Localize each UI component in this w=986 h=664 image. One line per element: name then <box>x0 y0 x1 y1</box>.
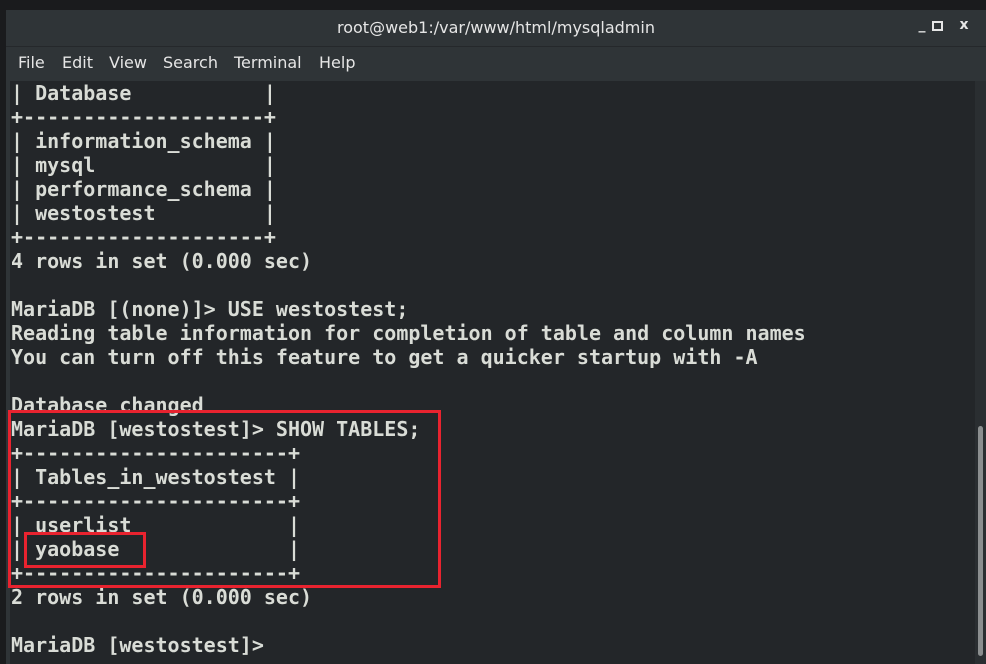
close-button[interactable]: x <box>954 17 974 33</box>
terminal-line: +--------------------+ <box>11 105 276 129</box>
terminal-line: | mysql | <box>11 153 276 177</box>
terminal-line: 4 rows in set (0.000 sec) <box>11 249 313 273</box>
menu-help[interactable]: Help <box>319 53 355 72</box>
terminal-line: +--------------------+ <box>11 225 276 249</box>
title-bar[interactable]: root@web1:/var/www/html/mysqladmin _ x <box>6 10 986 47</box>
terminal-line: Reading table information for completion… <box>11 321 806 345</box>
menu-bar: File Edit View Search Terminal Help <box>6 48 986 80</box>
menu-terminal[interactable]: Terminal <box>234 53 302 72</box>
window-title: root@web1:/var/www/html/mysqladmin <box>337 18 655 37</box>
scrollbar[interactable] <box>975 81 986 664</box>
menu-edit[interactable]: Edit <box>62 53 93 72</box>
terminal-line: MariaDB [westostest]> <box>11 633 276 657</box>
terminal-line: 2 rows in set (0.000 sec) <box>11 585 313 609</box>
terminal-line: | information_schema | <box>11 129 276 153</box>
highlight-box-yaobase <box>24 532 146 568</box>
terminal-line: | Database | <box>11 81 276 105</box>
terminal-line: | performance_schema | <box>11 177 276 201</box>
menu-search[interactable]: Search <box>163 53 218 72</box>
terminal-line: | westostest | <box>11 201 276 225</box>
menu-file[interactable]: File <box>18 53 45 72</box>
maximize-button[interactable] <box>922 17 943 35</box>
terminal-line: MariaDB [(none)]> USE westostest; <box>11 297 409 321</box>
terminal-line: You can turn off this feature to get a q… <box>11 345 758 369</box>
scrollbar-thumb[interactable] <box>978 426 983 656</box>
menu-view[interactable]: View <box>109 53 147 72</box>
